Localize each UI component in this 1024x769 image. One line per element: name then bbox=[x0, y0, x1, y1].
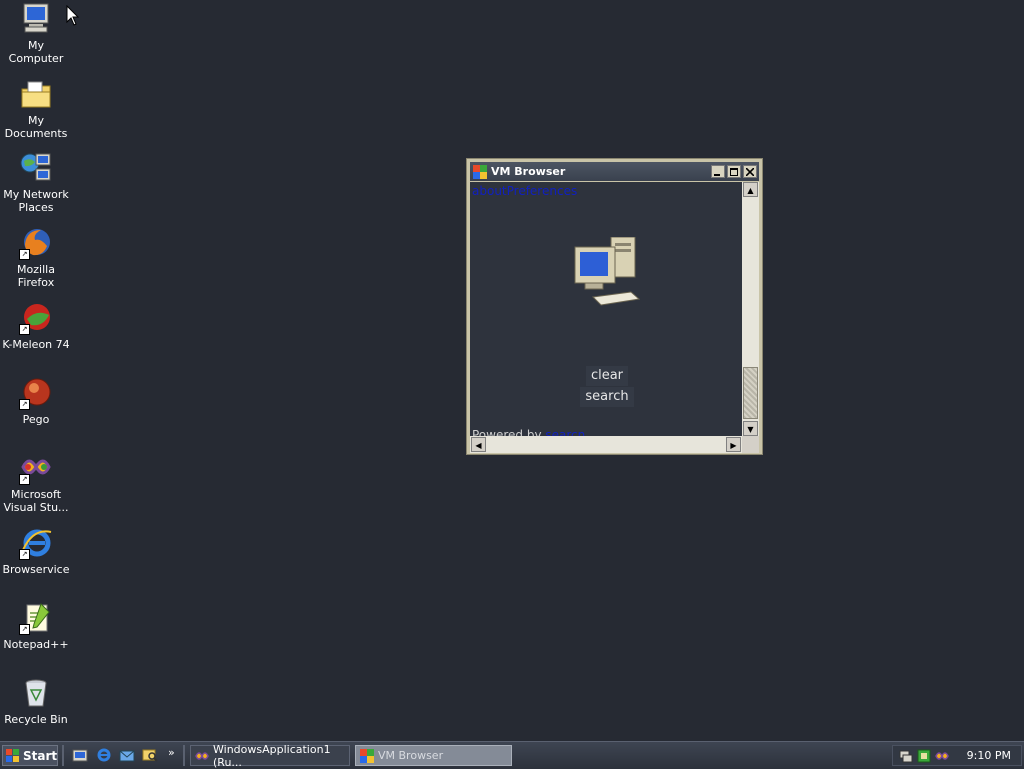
desktop-icon-mozilla-firefox[interactable]: ↗ Mozilla Firefox bbox=[0, 226, 72, 289]
page-content: aboutPreferences clear search Powered by… bbox=[470, 182, 742, 436]
scrollbar-corner bbox=[742, 436, 759, 453]
computer-icon bbox=[19, 2, 53, 36]
quicklaunch-overflow-chevron-icon[interactable]: » bbox=[168, 746, 175, 759]
internet-explorer-icon: ↗ bbox=[19, 526, 53, 560]
desktop-icon-pego[interactable]: ↗ Pego bbox=[0, 376, 72, 426]
horizontal-scrollbar[interactable]: ◀ ▶ bbox=[470, 436, 742, 453]
shortcut-arrow-icon: ↗ bbox=[19, 249, 30, 260]
windows-flag-icon bbox=[6, 748, 20, 763]
search-button[interactable]: search bbox=[580, 387, 634, 407]
desktop-icon-visual-studio[interactable]: ↗ Microsoft Visual Stu... bbox=[0, 451, 72, 514]
window-titlebar[interactable]: VM Browser bbox=[470, 162, 759, 181]
close-icon bbox=[746, 167, 754, 176]
pego-icon: ↗ bbox=[19, 376, 53, 410]
taskbar-separator bbox=[62, 745, 64, 766]
scroll-left-arrow-icon[interactable]: ◀ bbox=[471, 437, 486, 452]
desktop-icon-label: Mozilla Firefox bbox=[17, 263, 55, 289]
about-preferences-link[interactable]: aboutPreferences bbox=[472, 184, 577, 198]
desktop-icon-label: My Documents bbox=[4, 114, 68, 140]
recycle-bin-icon bbox=[19, 676, 53, 710]
start-button[interactable]: Start bbox=[2, 745, 58, 766]
tray-visual-studio-icon[interactable] bbox=[935, 749, 949, 763]
taskbar-separator bbox=[183, 745, 185, 766]
scroll-down-arrow-icon[interactable]: ▼ bbox=[743, 421, 758, 436]
desktop-icon-label-line2: Visual Stu... bbox=[3, 501, 69, 514]
shortcut-arrow-icon: ↗ bbox=[19, 549, 30, 560]
desktop-icon-browservice[interactable]: ↗ Browservice bbox=[0, 526, 72, 576]
desktop-icon-label: Pego bbox=[22, 413, 50, 426]
taskbar: Start » WindowsApplication1 (Ru... VM Br… bbox=[0, 741, 1024, 769]
maximize-icon bbox=[730, 167, 738, 176]
desktop-icon-label: Notepad++ bbox=[3, 638, 69, 651]
close-button[interactable] bbox=[743, 165, 757, 178]
powered-by-footer: Powered by searcn bbox=[472, 428, 585, 436]
powered-by-text: Powered by bbox=[472, 428, 542, 436]
desktop-icon-label: Recycle Bin bbox=[4, 713, 68, 726]
tray-security-icon[interactable] bbox=[917, 749, 931, 763]
shortcut-arrow-icon: ↗ bbox=[19, 474, 30, 485]
shortcut-arrow-icon: ↗ bbox=[19, 624, 30, 635]
firefox-icon: ↗ bbox=[19, 226, 53, 260]
desktop-icon-label: My Computer bbox=[8, 39, 64, 65]
desktop-icon-label: My Network bbox=[3, 188, 69, 201]
visual-studio-icon: ↗ bbox=[19, 451, 53, 485]
shortcut-arrow-icon: ↗ bbox=[19, 324, 30, 335]
desktop-icon-label-line2: Places bbox=[18, 201, 54, 214]
visual-studio-icon bbox=[195, 749, 209, 763]
notepad-plus-plus-icon: ↗ bbox=[19, 601, 53, 635]
start-label: Start bbox=[23, 748, 58, 763]
vertical-scroll-thumb[interactable] bbox=[743, 367, 758, 419]
task-label: VM Browser bbox=[378, 749, 444, 762]
folder-documents-icon bbox=[19, 77, 53, 111]
quicklaunch-show-desktop-icon[interactable] bbox=[72, 747, 88, 763]
vm-browser-window: VM Browser aboutPreferences clear search bbox=[466, 158, 763, 455]
browser-viewport: aboutPreferences clear search Powered by… bbox=[470, 182, 759, 453]
desktop-icon-label: Microsoft bbox=[10, 488, 62, 501]
taskbar-clock[interactable]: 9:10 PM bbox=[967, 749, 1011, 762]
desktop-icon-my-computer[interactable]: My Computer bbox=[0, 2, 72, 65]
task-label: WindowsApplication1 (Ru... bbox=[213, 742, 331, 769]
desktop-icon-label: Browservice bbox=[2, 563, 70, 576]
scroll-up-arrow-icon[interactable]: ▲ bbox=[743, 182, 758, 197]
quicklaunch-internet-explorer-icon[interactable] bbox=[96, 747, 112, 763]
quicklaunch-outlook-express-icon[interactable] bbox=[119, 747, 135, 763]
shortcut-arrow-icon: ↗ bbox=[19, 399, 30, 410]
computer-icon bbox=[574, 237, 641, 306]
powered-by-link[interactable]: searcn bbox=[545, 428, 585, 436]
network-places-icon bbox=[19, 151, 53, 185]
desktop-icon-recycle-bin[interactable]: Recycle Bin bbox=[0, 676, 72, 726]
window-title: VM Browser bbox=[491, 165, 566, 178]
minimize-icon bbox=[714, 173, 720, 176]
k-meleon-icon: ↗ bbox=[19, 301, 53, 335]
clear-button[interactable]: clear bbox=[586, 366, 628, 386]
minimize-button[interactable] bbox=[711, 165, 725, 178]
quicklaunch-search-icon[interactable] bbox=[142, 747, 158, 763]
maximize-button[interactable] bbox=[727, 165, 741, 178]
vertical-scrollbar[interactable]: ▲ ▼ bbox=[742, 182, 759, 436]
taskbar-button-vm-browser[interactable]: VM Browser bbox=[355, 745, 512, 766]
scroll-right-arrow-icon[interactable]: ▶ bbox=[726, 437, 741, 452]
mouse-cursor-icon bbox=[66, 5, 80, 26]
desktop-icon-label: K-Meleon 74 bbox=[2, 338, 70, 351]
desktop-icon-notepad-plus-plus[interactable]: ↗ Notepad++ bbox=[0, 601, 72, 651]
tray-network-icon[interactable] bbox=[899, 749, 913, 763]
app-window-icon bbox=[360, 748, 374, 763]
taskbar-button-windows-application[interactable]: WindowsApplication1 (Ru... bbox=[190, 742, 350, 769]
system-tray: 9:10 PM bbox=[892, 745, 1022, 766]
desktop-icon-my-network-places[interactable]: My Network Places bbox=[0, 151, 72, 214]
app-window-icon bbox=[473, 164, 487, 179]
desktop-icon-my-documents[interactable]: My Documents bbox=[0, 77, 72, 140]
desktop-icon-k-meleon[interactable]: ↗ K-Meleon 74 bbox=[0, 301, 72, 351]
